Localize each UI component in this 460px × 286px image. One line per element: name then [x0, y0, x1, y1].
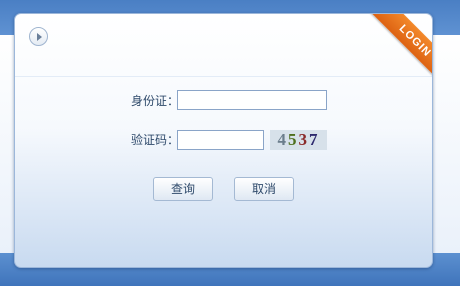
captcha-digit: 4	[277, 130, 288, 149]
query-button[interactable]: 查询	[153, 177, 213, 201]
login-panel: LOGIN 身份证： 验证码： 4537 查询 取消	[14, 13, 433, 268]
captcha-digit: 7	[309, 130, 320, 149]
cancel-button[interactable]: 取消	[234, 177, 294, 201]
login-ribbon-label: LOGIN	[368, 14, 432, 88]
captcha-image[interactable]: 4537	[270, 130, 327, 150]
play-icon[interactable]	[29, 27, 48, 46]
id-card-input[interactable]	[177, 90, 327, 110]
id-card-label: 身份证：	[130, 94, 179, 108]
verification-code-label: 验证码：	[130, 133, 179, 147]
login-ribbon: LOGIN	[352, 14, 432, 94]
verification-code-input[interactable]	[177, 130, 264, 150]
captcha-digit: 3	[298, 130, 309, 149]
captcha-digit: 5	[288, 130, 299, 149]
